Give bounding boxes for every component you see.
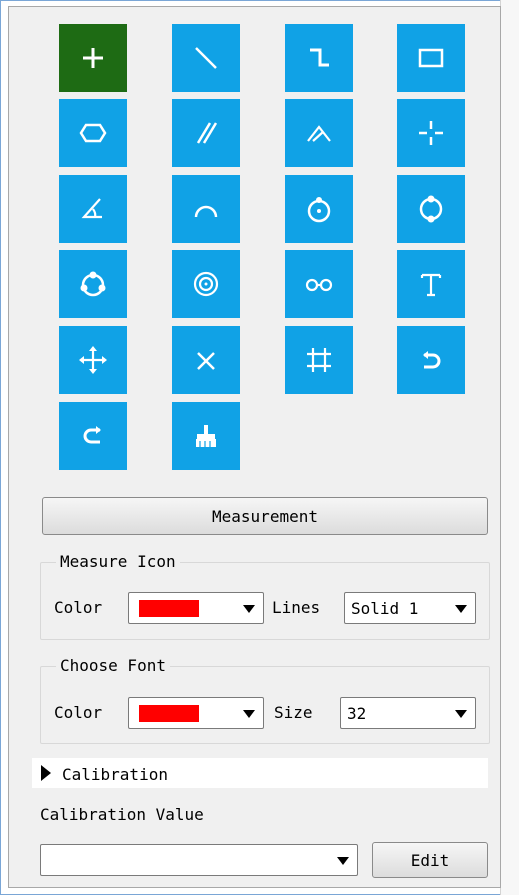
clear-brush-icon bbox=[196, 425, 216, 447]
tool-polyline[interactable] bbox=[285, 24, 353, 92]
circle-three-point-icon bbox=[80, 271, 106, 297]
tool-line[interactable] bbox=[172, 24, 240, 92]
measure-icon-title: Measure Icon bbox=[56, 552, 180, 571]
tool-angle-vertex[interactable] bbox=[285, 99, 353, 167]
calibration-header[interactable]: Calibration bbox=[62, 765, 168, 784]
measure-color-swatch bbox=[139, 600, 199, 617]
choose-font-title: Choose Font bbox=[56, 656, 170, 675]
font-color-swatch bbox=[139, 705, 199, 722]
delete-icon bbox=[197, 352, 215, 370]
tool-circle-three-point[interactable] bbox=[59, 250, 127, 318]
lines-select[interactable]: Solid 1 bbox=[344, 592, 476, 624]
angle-vertex-icon bbox=[307, 125, 331, 142]
tool-redo[interactable] bbox=[59, 402, 127, 470]
arc-icon bbox=[194, 205, 218, 218]
font-size-value: 32 bbox=[347, 704, 367, 723]
redo-icon bbox=[83, 426, 101, 444]
calibration-value-label: Calibration Value bbox=[40, 805, 204, 824]
text-icon bbox=[420, 273, 442, 297]
tool-circle-center[interactable] bbox=[285, 175, 353, 243]
crosshair-add-icon bbox=[83, 48, 103, 68]
tool-rectangle[interactable] bbox=[397, 24, 465, 92]
tool-angle[interactable] bbox=[59, 175, 127, 243]
tool-parallel-lines[interactable] bbox=[172, 99, 240, 167]
tool-center-cross[interactable] bbox=[397, 99, 465, 167]
font-size-select[interactable]: 32 bbox=[340, 697, 476, 729]
polygon-icon bbox=[79, 123, 107, 143]
tool-move[interactable] bbox=[59, 326, 127, 394]
angle-icon bbox=[81, 198, 102, 219]
tool-concentric-circles[interactable] bbox=[172, 250, 240, 318]
line-icon bbox=[195, 47, 217, 69]
tool-arc[interactable] bbox=[172, 175, 240, 243]
tool-two-circles[interactable] bbox=[285, 250, 353, 318]
lines-label: Lines bbox=[272, 598, 321, 617]
concentric-circles-icon bbox=[193, 271, 219, 297]
tool-text[interactable] bbox=[397, 250, 465, 318]
chevron-down-icon bbox=[243, 605, 255, 613]
rectangle-icon bbox=[418, 48, 444, 68]
crop-icon bbox=[307, 348, 331, 372]
chevron-down-icon bbox=[243, 710, 255, 718]
font-color-label: Color bbox=[54, 703, 103, 722]
chevron-down-icon bbox=[455, 605, 467, 613]
tool-polygon[interactable] bbox=[59, 99, 127, 167]
measure-color-select[interactable] bbox=[128, 592, 264, 624]
circle-center-icon bbox=[307, 197, 331, 223]
center-cross-icon bbox=[419, 121, 443, 145]
undo-icon bbox=[423, 351, 441, 369]
edit-button[interactable]: Edit bbox=[372, 842, 488, 878]
tool-crop[interactable] bbox=[285, 326, 353, 394]
chevron-down-icon bbox=[337, 857, 349, 865]
tool-crosshair-add[interactable] bbox=[59, 24, 127, 92]
calibration-value-select[interactable] bbox=[40, 844, 358, 876]
triangle-right-icon[interactable] bbox=[41, 765, 51, 781]
measurement-button[interactable]: Measurement bbox=[42, 497, 488, 535]
move-icon bbox=[79, 346, 107, 374]
tool-delete[interactable] bbox=[172, 326, 240, 394]
font-color-select[interactable] bbox=[128, 697, 264, 729]
scrollbar-strip[interactable] bbox=[500, 0, 519, 895]
parallel-lines-icon bbox=[196, 122, 218, 144]
two-circles-icon bbox=[305, 278, 333, 292]
tool-clear-brush[interactable] bbox=[172, 402, 240, 470]
size-label: Size bbox=[274, 703, 313, 722]
tool-undo[interactable] bbox=[397, 326, 465, 394]
circle-two-point-icon bbox=[419, 195, 443, 223]
lines-value: Solid 1 bbox=[351, 599, 419, 618]
polyline-icon bbox=[310, 48, 329, 67]
tool-circle-two-point[interactable] bbox=[397, 175, 465, 243]
chevron-down-icon bbox=[455, 710, 467, 718]
measure-color-label: Color bbox=[54, 598, 103, 617]
